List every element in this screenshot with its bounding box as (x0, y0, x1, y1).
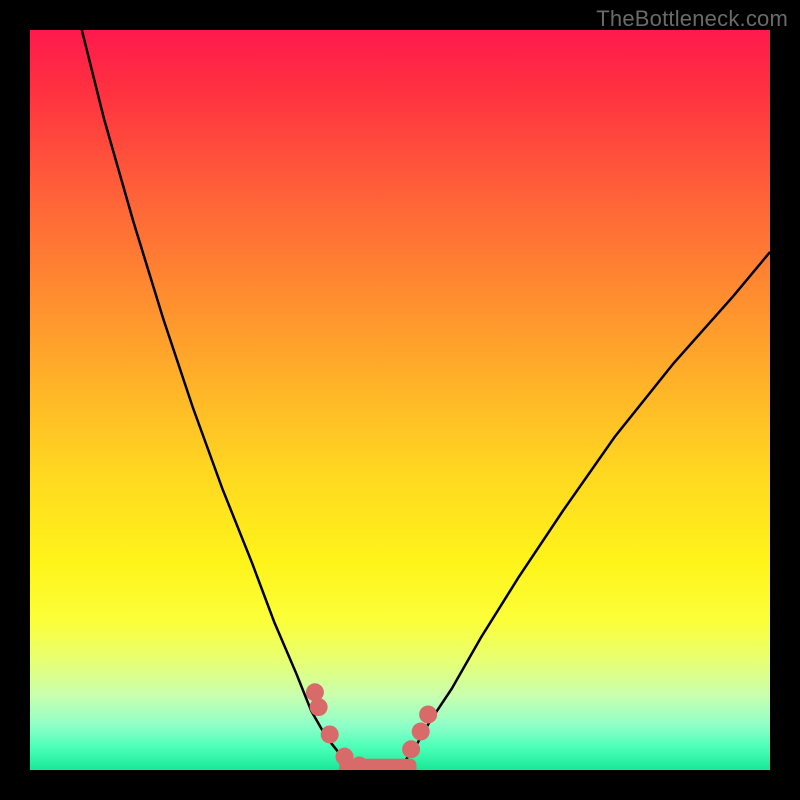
right-curve (393, 252, 770, 769)
marker-dot (412, 723, 430, 741)
plot-area (30, 30, 770, 770)
marker-dot (310, 698, 328, 716)
marker-dot (402, 740, 420, 758)
marker-dot (321, 725, 339, 743)
valley-bar (339, 759, 416, 770)
chart-frame: TheBottleneck.com (0, 0, 800, 800)
marker-dot (419, 706, 437, 724)
watermark-text: TheBottleneck.com (596, 6, 788, 32)
chart-svg (30, 30, 770, 770)
left-curve (82, 30, 363, 769)
marker-dots (306, 683, 437, 770)
